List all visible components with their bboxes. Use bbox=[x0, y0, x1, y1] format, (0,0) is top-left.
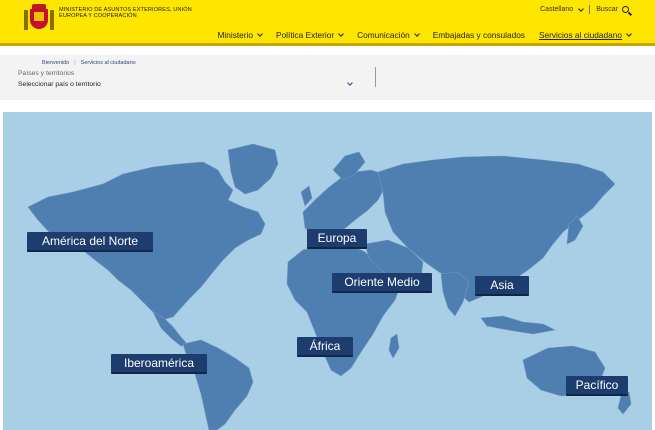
breadcrumb-current[interactable]: Servicios al ciudadano bbox=[81, 60, 136, 66]
region-button-africa[interactable]: África bbox=[297, 337, 353, 357]
utility-bar: Castellano Buscar bbox=[540, 5, 629, 14]
world-map: América del Norte Europa Oriente Medio A… bbox=[3, 112, 652, 430]
country-filter-bar: Bienvenido | Servicios al ciudadano País… bbox=[0, 55, 655, 100]
land-madagascar bbox=[388, 333, 400, 359]
land-europe bbox=[302, 169, 386, 237]
divider bbox=[375, 67, 376, 87]
land-indonesia bbox=[480, 315, 556, 335]
search-icon bbox=[622, 6, 629, 13]
country-select[interactable]: Seleccionar país o territorio bbox=[18, 79, 354, 89]
language-label: Castellano bbox=[540, 6, 574, 13]
land-greenland bbox=[227, 143, 279, 195]
nav-label: Política Exterior bbox=[276, 30, 335, 40]
land-uk bbox=[300, 185, 313, 207]
region-button-asia[interactable]: Asia bbox=[475, 276, 529, 296]
chevron-down-icon bbox=[578, 5, 585, 12]
nav-item-embajadas-consulados[interactable]: Embajadas y consulados bbox=[433, 30, 525, 40]
region-button-middle-east[interactable]: Oriente Medio bbox=[332, 273, 432, 293]
nav-label: Comunicación bbox=[357, 30, 410, 40]
region-button-iberoamerica[interactable]: Iberoamérica bbox=[111, 354, 207, 374]
region-button-europe[interactable]: Europa bbox=[307, 229, 367, 249]
nav-label: Embajadas y consulados bbox=[432, 30, 525, 40]
language-selector[interactable]: Castellano bbox=[540, 5, 585, 13]
nav-item-servicios-ciudadano[interactable]: Servicios al ciudadano bbox=[538, 30, 632, 40]
chevron-down-icon bbox=[347, 80, 353, 86]
ministry-logo[interactable]: MINISTERIO DE ASUNTOS EXTERIORES, UNIÓN … bbox=[24, 4, 209, 32]
site-header: MINISTERIO DE ASUNTOS EXTERIORES, UNIÓN … bbox=[0, 0, 655, 46]
nav-label: Servicios al ciudadano bbox=[538, 30, 622, 40]
country-select-placeholder: Seleccionar país o territorio bbox=[18, 80, 101, 88]
breadcrumb-home[interactable]: Bienvenido bbox=[42, 60, 69, 66]
chevron-down-icon bbox=[413, 31, 420, 37]
main-navigation: Ministerio Política Exterior Comunicació… bbox=[218, 30, 632, 40]
nav-label: Ministerio bbox=[217, 30, 254, 40]
land-india bbox=[440, 271, 470, 317]
search-label: Buscar bbox=[596, 6, 618, 13]
region-button-pacific[interactable]: Pacífico bbox=[566, 376, 628, 396]
chevron-down-icon bbox=[257, 31, 263, 37]
breadcrumb-separator: | bbox=[74, 60, 76, 66]
search-button[interactable]: Buscar bbox=[596, 6, 629, 13]
nav-item-politica-exterior[interactable]: Política Exterior bbox=[276, 30, 344, 40]
chevron-down-icon bbox=[338, 31, 344, 37]
breadcrumb: Bienvenido | Servicios al ciudadano bbox=[42, 60, 136, 66]
chevron-down-icon bbox=[626, 31, 632, 37]
coat-of-arms-icon bbox=[24, 4, 54, 32]
country-select-label: Países y territorios bbox=[18, 70, 75, 77]
nav-item-ministerio[interactable]: Ministerio bbox=[218, 30, 263, 40]
ministry-name: MINISTERIO DE ASUNTOS EXTERIORES, UNIÓN … bbox=[59, 7, 192, 20]
divider bbox=[589, 5, 591, 14]
world-map-land bbox=[27, 143, 632, 430]
nav-item-comunicacion[interactable]: Comunicación bbox=[357, 30, 420, 40]
region-button-north-america[interactable]: América del Norte bbox=[27, 232, 153, 252]
